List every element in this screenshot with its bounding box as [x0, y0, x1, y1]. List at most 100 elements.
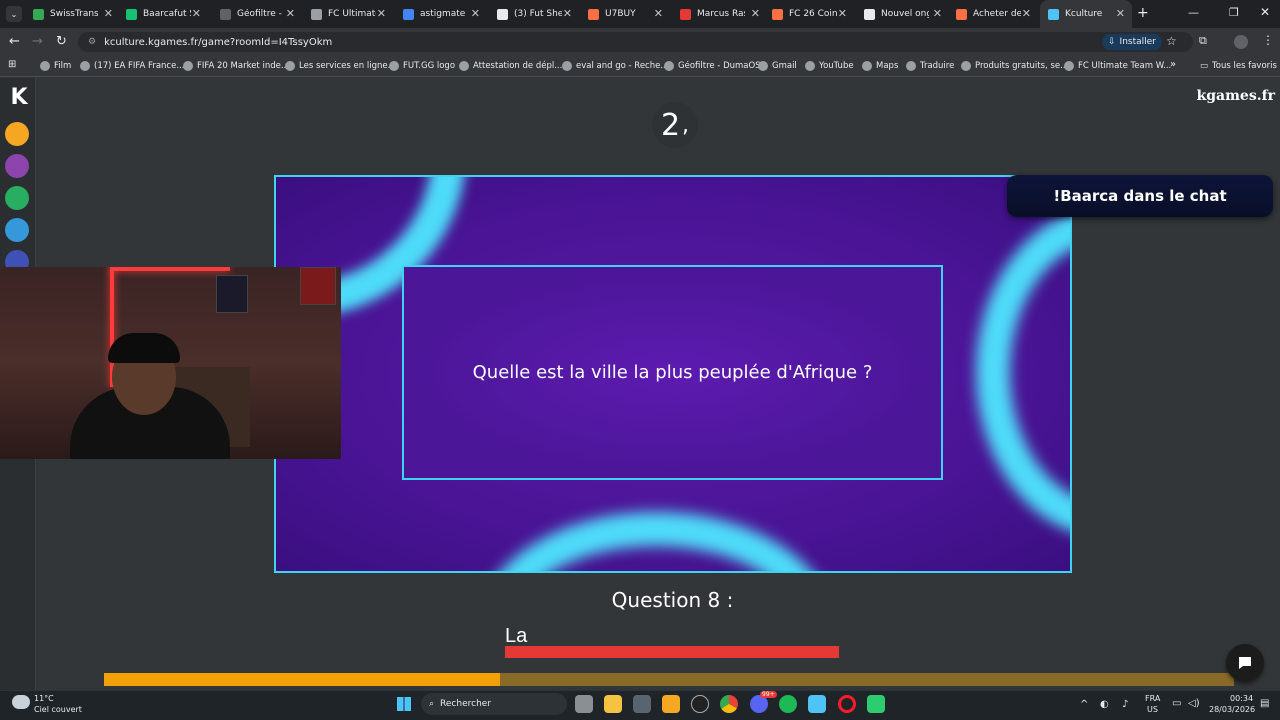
tray-app-icon[interactable]: ◐ [1100, 699, 1109, 710]
bookmark-star-icon[interactable]: ☆ [1166, 34, 1177, 48]
install-button[interactable]: ⇩ Installer [1102, 34, 1162, 50]
bookmark-1[interactable]: Film [40, 58, 71, 74]
tab-7[interactable]: U7BUY ✕ [580, 0, 670, 28]
taskbar-search[interactable]: ⌕ Rechercher [421, 693, 567, 715]
tab-favicon-icon [588, 8, 599, 20]
profile-avatar[interactable] [1234, 35, 1248, 49]
tab-10[interactable]: Nouvel onglet✕ [856, 0, 949, 28]
extensions-icon[interactable]: ⧉ [1199, 34, 1207, 48]
network-icon[interactable]: ▭ [1172, 698, 1181, 709]
minimize-button[interactable]: — [1188, 6, 1199, 19]
app-orange-icon[interactable] [662, 695, 680, 713]
new-tab-button[interactable]: + [1137, 5, 1149, 21]
tab-close-icon[interactable]: ✕ [1022, 7, 1031, 21]
store-icon[interactable] [633, 695, 651, 713]
reload-icon[interactable]: ↻ [56, 34, 67, 49]
tab-close-icon[interactable]: ✕ [471, 7, 480, 21]
spotify-icon[interactable] [779, 695, 797, 713]
tab-9[interactable]: FC 26 Coins ✕ [764, 0, 854, 28]
volume-icon[interactable]: ◁) [1188, 698, 1200, 709]
bookmark-3[interactable]: FIFA 20 Market inde... [183, 58, 289, 74]
tab-favicon-icon [403, 8, 414, 20]
clock-date[interactable]: 28/03/2026 [1209, 705, 1255, 714]
tab-favicon-icon [33, 8, 44, 20]
tab-close-icon[interactable]: ✕ [1116, 7, 1125, 21]
tab-6[interactable]: (3) Fut Shen✕ [489, 0, 579, 28]
bookmark-5[interactable]: FUT.GG logo [389, 58, 455, 74]
weather-temp: 11°C [34, 694, 54, 703]
bookmark-6[interactable]: Attestation de dépl... [459, 58, 562, 74]
bookmark-9[interactable]: Gmail [758, 58, 797, 74]
tab-5[interactable]: astigmate - Recherche✕ [395, 0, 487, 28]
bookmark-favicon-icon [805, 61, 815, 71]
tab-12[interactable]: Kculture ✕ [1040, 0, 1132, 28]
tab-close-icon[interactable]: ✕ [377, 7, 386, 21]
tab-close-icon[interactable]: ✕ [838, 7, 847, 21]
file-explorer-icon[interactable] [604, 695, 622, 713]
sidebar-game-icon-1[interactable] [5, 122, 29, 146]
notification-icon[interactable]: ▤ [1260, 698, 1269, 709]
tab-8[interactable]: Marcus Rashford✕ [672, 0, 767, 28]
bookmark-11[interactable]: Maps [862, 58, 898, 74]
weather-icon[interactable] [12, 695, 30, 709]
tab-close-icon[interactable]: ✕ [104, 7, 113, 21]
bookmark-12[interactable]: Traduire [906, 58, 954, 74]
restore-button[interactable]: ❐ [1229, 6, 1239, 19]
tab-4[interactable]: FC Ultimate Team✕ [303, 0, 393, 28]
led-strip [110, 267, 230, 271]
tab-3[interactable]: Géofiltre - DumaOS✕ [212, 0, 302, 28]
chat-button[interactable] [1226, 644, 1264, 682]
bookmark-14[interactable]: FC Ultimate Team W... [1064, 58, 1171, 74]
countdown-timer: 2, [652, 102, 698, 148]
lang-top[interactable]: FRA [1145, 694, 1160, 703]
bookmark-favicon-icon [1064, 61, 1074, 71]
bookmark-4[interactable]: Les services en ligne... [285, 58, 396, 74]
tab-2[interactable]: Baarcafut Store✕ [118, 0, 208, 28]
close-window-button[interactable]: ✕ [1260, 5, 1270, 19]
sidebar-game-icon-4[interactable] [5, 218, 29, 242]
tray-chevron-icon[interactable]: ^ [1080, 699, 1088, 710]
tab-close-icon[interactable]: ✕ [933, 7, 942, 21]
bookmark-10[interactable]: YouTube [805, 58, 854, 74]
clock-time[interactable]: 00:34 [1230, 694, 1253, 703]
bookmark-13[interactable]: Produits gratuits, se... [961, 58, 1068, 74]
menu-icon[interactable]: ⋮ [1262, 33, 1274, 47]
apps-icon[interactable]: ⊞ [8, 59, 16, 70]
tab-close-icon[interactable]: ✕ [654, 7, 663, 21]
chrome-icon[interactable] [720, 695, 738, 713]
bookmark-8[interactable]: Géofiltre - DumaOS [664, 58, 761, 74]
bookmark-favicon-icon [389, 61, 399, 71]
sidebar-game-icon-2[interactable] [5, 154, 29, 178]
microphone-icon[interactable]: ♪ [1122, 699, 1128, 710]
task-view-icon[interactable] [575, 695, 593, 713]
kgames-logo-icon[interactable]: K [5, 84, 33, 110]
bookmark-favicon-icon [906, 61, 916, 71]
xbox-icon[interactable] [691, 695, 709, 713]
opera-icon[interactable] [838, 695, 856, 713]
bookmark-7[interactable]: eval and go - Reche... [562, 58, 668, 74]
bookmark-2[interactable]: (17) EA FIFA France... [80, 58, 184, 74]
app-green-icon[interactable] [867, 695, 885, 713]
tab-close-icon[interactable]: ✕ [563, 7, 572, 21]
notepad-icon[interactable] [808, 695, 826, 713]
tab-close-icon[interactable]: ✕ [192, 7, 201, 21]
tab-favicon-icon [497, 8, 508, 20]
sidebar-game-icon-3[interactable] [5, 186, 29, 210]
address-bar[interactable]: ⚙ kculture.kgames.fr/game?roomId=I4TssyO… [78, 32, 1193, 52]
forward-icon[interactable]: → [32, 34, 43, 49]
tab-close-icon[interactable]: ✕ [286, 7, 295, 21]
tab-close-icon[interactable]: ✕ [751, 7, 760, 21]
tab-1[interactable]: SwissTransfer✕ [25, 0, 120, 28]
more-bookmarks-icon[interactable]: » [1170, 59, 1176, 70]
windows-start-icon[interactable] [397, 697, 411, 711]
bookmark-favicon-icon [40, 61, 50, 71]
poster-right [300, 267, 336, 305]
tab-11[interactable]: Acheter des✕ [948, 0, 1038, 28]
all-bookmarks[interactable]: ▭ Tous les favoris [1200, 58, 1277, 74]
chat-banner: !Baarca dans le chat [1007, 175, 1273, 217]
lang-bottom[interactable]: US [1147, 705, 1158, 714]
site-info-icon[interactable]: ⚙ [88, 37, 96, 47]
tab-search-button[interactable]: ⌄ [6, 6, 22, 22]
weather-desc: Ciel couvert [34, 705, 82, 714]
back-icon[interactable]: ← [9, 34, 20, 49]
